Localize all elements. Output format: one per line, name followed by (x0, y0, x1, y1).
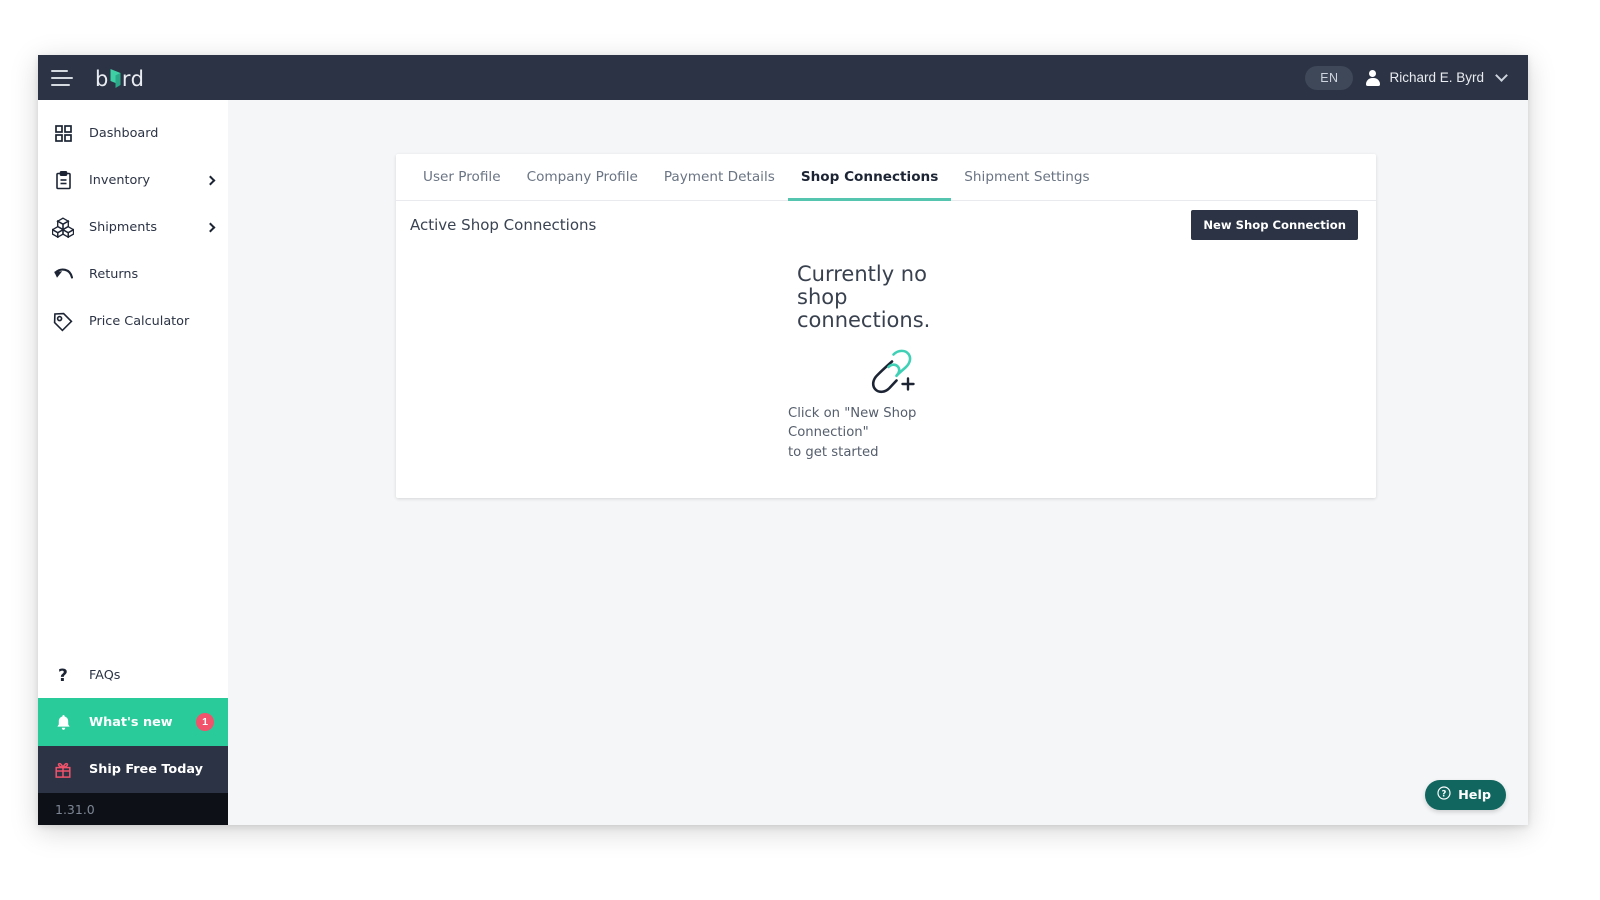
top-bar-right-group: EN Richard E. Byrd (1305, 65, 1508, 90)
sidebar-item-shipments[interactable]: Shipments (38, 204, 228, 251)
bell-icon (52, 711, 74, 733)
grid-icon (52, 123, 74, 145)
page-title: Active Shop Connections (410, 216, 597, 234)
main-content: User Profile Company Profile Payment Det… (228, 100, 1528, 825)
empty-state-subtitle-line2: to get started (788, 444, 879, 460)
brand-leaf-icon (109, 67, 122, 89)
sidebar-item-dashboard[interactable]: Dashboard (38, 110, 228, 157)
status-badge: 1 (196, 713, 214, 731)
gift-icon (52, 759, 74, 781)
user-name-label: Richard E. Byrd (1389, 70, 1484, 85)
brand-logo[interactable]: b rd (95, 64, 144, 91)
sidebar-item-inventory[interactable]: Inventory (38, 157, 228, 204)
tab-shop-connections[interactable]: Shop Connections (787, 154, 952, 201)
sidebar-item-label: What's new (89, 714, 173, 730)
sidebar-item-label: FAQs (89, 667, 121, 683)
question-mark-icon: ? (52, 664, 74, 686)
empty-state-subtitle-line1: Click on "New Shop Connection" (788, 406, 917, 441)
sidebar-item-label: Dashboard (89, 126, 159, 141)
version-label: 1.31.0 (38, 793, 228, 825)
clipboard-icon (52, 170, 74, 192)
brand-logo-text-b: b (95, 67, 109, 91)
tab-company-profile[interactable]: Company Profile (514, 154, 651, 200)
sidebar-item-returns[interactable]: Returns (38, 251, 228, 298)
card-header: Active Shop Connections New Shop Connect… (396, 201, 1376, 249)
brand-logo-text-rd: rd (121, 67, 145, 91)
sidebar-nav-list: Dashboard Inventory Shipments Returns Pr… (38, 100, 228, 345)
tab-payment-details[interactable]: Payment Details (651, 154, 788, 200)
sidebar-item-label: Price Calculator (89, 314, 190, 329)
sidebar: Dashboard Inventory Shipments Returns Pr… (38, 100, 228, 825)
top-bar: b rd EN Richard E. Byrd (38, 55, 1528, 100)
sidebar-item-label: Inventory (89, 173, 151, 188)
sidebar-item-ship-free-today[interactable]: Ship Free Today (38, 746, 228, 793)
empty-state-subtitle: Click on "New Shop Connection" to get st… (788, 404, 984, 461)
svg-text:?: ? (1442, 788, 1447, 798)
svg-text:?: ? (58, 666, 68, 685)
user-menu[interactable]: Richard E. Byrd (1365, 69, 1508, 86)
empty-state: Currently no shop connections. Click on … (396, 249, 1376, 498)
person-icon (1365, 69, 1380, 86)
shop-connections-card: User Profile Company Profile Payment Det… (396, 154, 1376, 498)
new-shop-connection-button[interactable]: New Shop Connection (1191, 210, 1358, 240)
app-window: b rd EN Richard E. Byrd Dashboard Invent… (38, 55, 1528, 825)
tab-user-profile[interactable]: User Profile (410, 154, 514, 200)
return-arrow-icon (52, 264, 74, 286)
empty-state-title: Currently no shop connections. (797, 262, 931, 333)
sidebar-item-faqs[interactable]: ? FAQs (38, 652, 228, 698)
sidebar-item-label: Ship Free Today (89, 762, 203, 777)
sidebar-item-label: Returns (89, 267, 139, 282)
question-circle-icon: ? (1437, 786, 1451, 804)
tab-shipment-settings[interactable]: Shipment Settings (951, 154, 1102, 200)
chevron-right-icon (205, 222, 216, 233)
chevron-right-icon (205, 175, 216, 186)
boxes-icon (52, 217, 74, 239)
chevron-down-icon (1495, 69, 1508, 82)
help-button-label: Help (1458, 787, 1491, 803)
language-selector[interactable]: EN (1305, 65, 1354, 90)
sidebar-item-label: Shipments (89, 220, 158, 235)
hamburger-menu-icon[interactable] (51, 69, 73, 86)
price-tag-icon (52, 311, 74, 333)
sidebar-item-whats-new[interactable]: What's new 1 (38, 698, 228, 746)
settings-tabs: User Profile Company Profile Payment Det… (396, 154, 1376, 201)
help-button[interactable]: ? Help (1425, 780, 1506, 810)
broken-link-plus-icon (851, 346, 921, 398)
sidebar-item-price-calculator[interactable]: Price Calculator (38, 298, 228, 345)
